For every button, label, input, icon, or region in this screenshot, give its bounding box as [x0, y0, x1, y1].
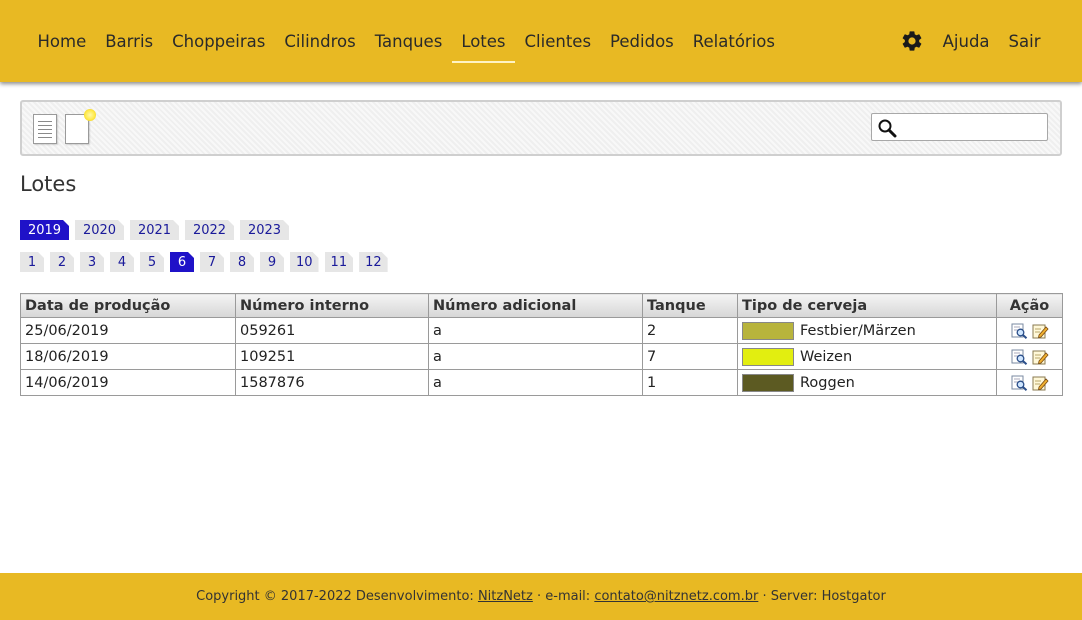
- nav-item-home[interactable]: Home: [28, 21, 96, 61]
- cell-beer-type: Roggen: [737, 369, 997, 396]
- footer-copyright: Copyright © 2017-2022 Desenvolvimento:: [196, 589, 478, 604]
- year-tabs: 2019 2020 2021 2022 2023: [20, 220, 295, 240]
- cell-date: 18/06/2019: [20, 343, 236, 370]
- toolbar: [20, 100, 1062, 156]
- month-tab[interactable]: 10: [290, 252, 319, 272]
- col-header-action: Ação: [996, 293, 1063, 318]
- month-tab[interactable]: 2: [50, 252, 74, 272]
- cell-beer-type: Weizen: [737, 343, 997, 370]
- email-link[interactable]: contato@nitznetz.com.br: [594, 589, 758, 604]
- view-icon[interactable]: [1011, 375, 1028, 391]
- year-tab[interactable]: 2022: [185, 220, 234, 240]
- nav-item-choppeiras[interactable]: Choppeiras: [163, 21, 275, 61]
- search-box[interactable]: [871, 113, 1048, 141]
- year-tab[interactable]: 2021: [130, 220, 179, 240]
- col-header-date[interactable]: Data de produção: [20, 293, 236, 318]
- month-tab[interactable]: 4: [110, 252, 134, 272]
- month-tab[interactable]: 9: [260, 252, 284, 272]
- month-tab[interactable]: 8: [230, 252, 254, 272]
- cell-date: 25/06/2019: [20, 317, 236, 344]
- page-title: Lotes: [20, 172, 77, 196]
- gear-icon[interactable]: [899, 28, 925, 54]
- cell-actions: [996, 317, 1063, 344]
- view-icon[interactable]: [1011, 349, 1028, 365]
- view-icon[interactable]: [1011, 323, 1028, 339]
- text-line: [38, 137, 52, 138]
- logout-link[interactable]: Sair: [999, 21, 1050, 61]
- lots-table: Data de produção Número interno Número a…: [20, 293, 1063, 396]
- table-row: 18/06/2019 109251 a 7 Weizen: [20, 343, 1063, 370]
- cell-actions: [996, 343, 1063, 370]
- cell-additional-number: a: [428, 317, 643, 344]
- month-tab[interactable]: 6: [170, 252, 194, 272]
- footer: Copyright © 2017-2022 Desenvolvimento: N…: [0, 573, 1082, 620]
- col-header-internal-number[interactable]: Número interno: [235, 293, 429, 318]
- footer-email-label: · e-mail:: [532, 589, 595, 604]
- month-tab[interactable]: 11: [325, 252, 354, 272]
- cell-beer-type: Festbier/Märzen: [737, 317, 997, 344]
- beer-type-label: Weizen: [800, 348, 853, 365]
- beer-color-swatch: [742, 321, 794, 340]
- edit-icon[interactable]: [1032, 323, 1049, 339]
- month-tab[interactable]: 3: [80, 252, 104, 272]
- year-tab[interactable]: 2020: [75, 220, 124, 240]
- user-menu: Ajuda Sair: [899, 0, 1050, 82]
- table-row: 14/06/2019 1587876 a 1 Roggen: [20, 369, 1063, 396]
- beer-type-label: Roggen: [800, 374, 855, 391]
- beer-color-swatch: [742, 373, 794, 392]
- table-row: 25/06/2019 059261 a 2 Festbier/Märzen: [20, 317, 1063, 344]
- table-header-row: Data de produção Número interno Número a…: [20, 293, 1063, 318]
- cell-tank: 1: [642, 369, 738, 396]
- cell-additional-number: a: [428, 343, 643, 370]
- cell-date: 14/06/2019: [20, 369, 236, 396]
- year-tab[interactable]: 2023: [240, 220, 289, 240]
- nav-item-clientes[interactable]: Clientes: [515, 21, 601, 61]
- cell-internal-number: 1587876: [235, 369, 429, 396]
- col-header-additional-number[interactable]: Número adicional: [428, 293, 643, 318]
- cell-internal-number: 109251: [235, 343, 429, 370]
- cell-tank: 7: [642, 343, 738, 370]
- year-tab[interactable]: 2019: [20, 220, 69, 240]
- cell-actions: [996, 369, 1063, 396]
- text-line: [38, 133, 52, 134]
- cell-additional-number: a: [428, 369, 643, 396]
- nav-item-tanques[interactable]: Tanques: [365, 21, 452, 61]
- edit-icon[interactable]: [1032, 349, 1049, 365]
- col-header-beer-type[interactable]: Tipo de cerveja: [737, 293, 997, 318]
- nav-item-lotes[interactable]: Lotes: [451, 21, 516, 63]
- cell-internal-number: 059261: [235, 317, 429, 344]
- col-header-tank[interactable]: Tanque: [642, 293, 738, 318]
- new-sparkle-icon: [84, 109, 96, 121]
- footer-server: · Server: Hostgator: [758, 589, 886, 604]
- search-icon: [878, 119, 897, 138]
- cell-tank: 2: [642, 317, 738, 344]
- text-line: [38, 129, 52, 130]
- list-document-icon[interactable]: [33, 114, 57, 144]
- nav-item-barris[interactable]: Barris: [96, 21, 163, 61]
- beer-color-swatch: [742, 347, 794, 366]
- nav-item-pedidos[interactable]: Pedidos: [601, 21, 684, 61]
- month-tab[interactable]: 12: [359, 252, 388, 272]
- text-line: [38, 125, 52, 126]
- month-tab[interactable]: 7: [200, 252, 224, 272]
- month-tab[interactable]: 1: [20, 252, 44, 272]
- month-tab[interactable]: 5: [140, 252, 164, 272]
- nav-item-cilindros[interactable]: Cilindros: [275, 21, 365, 61]
- main-menu: Home Barris Choppeiras Cilindros Tanques…: [28, 0, 785, 82]
- nav-item-relatorios[interactable]: Relatórios: [683, 21, 784, 61]
- beer-type-label: Festbier/Märzen: [800, 322, 916, 339]
- month-tabs: 1 2 3 4 5 6 7 8 9 10 11 12: [20, 252, 394, 272]
- help-link[interactable]: Ajuda: [933, 21, 999, 61]
- developer-link[interactable]: NitzNetz: [478, 589, 533, 604]
- edit-icon[interactable]: [1032, 375, 1049, 391]
- text-line: [38, 121, 52, 122]
- new-document-icon[interactable]: [65, 109, 96, 144]
- top-navigation-bar: Home Barris Choppeiras Cilindros Tanques…: [0, 0, 1082, 82]
